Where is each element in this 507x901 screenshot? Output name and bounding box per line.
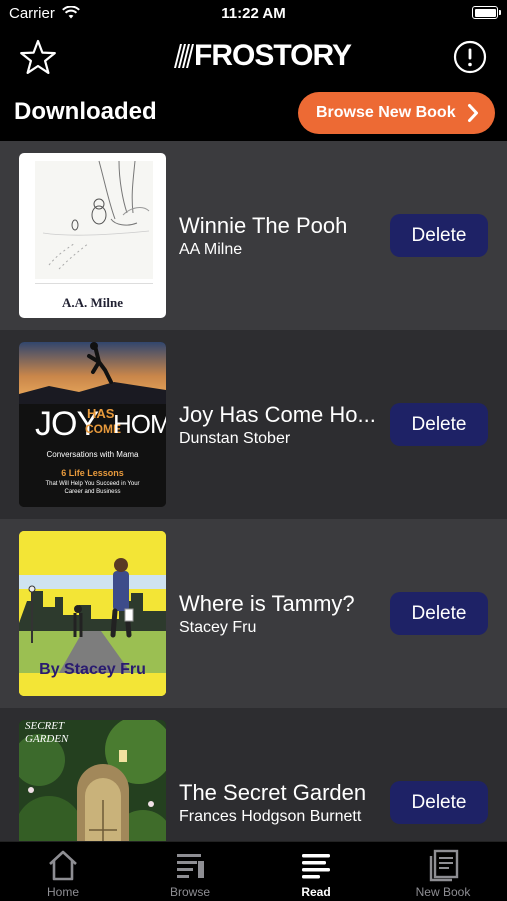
section-header: Downloaded Browse New Book (0, 88, 507, 140)
book-row: JOY HAS COME HOME Conversations with Mam… (0, 330, 507, 519)
book-list[interactable]: A.A. Milne Winnie The Pooh AA Milne Dele… (0, 141, 507, 841)
tab-read-label: Read (301, 885, 331, 899)
book-author: Dunstan Stober (179, 430, 291, 447)
cover-author: A.A. Milne (61, 295, 124, 310)
book-title: Where is Tammy? (179, 591, 355, 616)
cover-tagline-1: That Will Help You Succeed in Your (45, 481, 140, 487)
info-button[interactable] (453, 40, 487, 74)
book-cover-winnie[interactable]: A.A. Milne (19, 153, 166, 318)
book-row: SECRET GARDEN The Secret Garden Frances … (0, 708, 507, 841)
tab-home-label: Home (46, 885, 79, 899)
favorites-button[interactable] (17, 37, 59, 79)
book-cover-joy[interactable]: JOY HAS COME HOME Conversations with Mam… (19, 342, 166, 507)
tab-bar: Home Browse Read New Book (0, 841, 507, 900)
cover-line-secret: SECRET (25, 720, 65, 732)
cover-tagline-2: Career and Business (64, 489, 121, 495)
book-author: Stacey Fru (179, 619, 257, 636)
book-title: The Secret Garden (179, 780, 367, 805)
read-icon (302, 854, 330, 879)
browse-new-book-label: Browse New Book (316, 104, 456, 121)
joy-cover-sky (19, 342, 166, 404)
cover-line-garden: GARDEN (25, 733, 69, 745)
winnie-cover-illustration (35, 160, 153, 284)
delete-button[interactable]: Delete (390, 214, 488, 257)
browse-new-book-button[interactable]: Browse New Book (298, 92, 495, 134)
tab-browse-label: Browse (169, 885, 210, 899)
cover-subtitle: Conversations with Mama (46, 450, 139, 459)
book-author: AA Milne (179, 241, 243, 258)
clock: 11:22 AM (221, 5, 286, 22)
nav-bar: FROSTORY (0, 28, 507, 88)
battery-icon (472, 6, 501, 19)
book-row: By Stacey Fru Where is Tammy? Stacey Fru… (0, 519, 507, 708)
cover-byline: By Stacey Fru (39, 661, 146, 678)
app-logo: FROSTORY (172, 40, 352, 72)
chevron-right-icon (468, 104, 478, 122)
tab-new-book-label: New Book (415, 885, 471, 899)
page-title: Downloaded (14, 98, 157, 125)
status-bar: Carrier 11:22 AM (0, 0, 507, 28)
cover-title-home: HOME (113, 409, 166, 439)
delete-button[interactable]: Delete (390, 592, 488, 635)
star-icon (20, 39, 56, 74)
logo-wordmark: FROSTORY (194, 39, 352, 72)
book-title: Joy Has Come Ho... (179, 402, 376, 427)
book-author: Frances Hodgson Burnett (179, 808, 362, 825)
tab-browse[interactable]: Browse (127, 842, 253, 901)
home-icon (49, 850, 77, 881)
book-row: A.A. Milne Winnie The Pooh AA Milne Dele… (0, 141, 507, 330)
book-title: Winnie The Pooh (179, 213, 348, 238)
cover-lessons: 6 Life Lessons (61, 468, 124, 478)
browse-icon (177, 854, 204, 878)
delete-button[interactable]: Delete (390, 781, 488, 824)
cover-title-has: HAS (87, 406, 115, 421)
tab-home[interactable]: Home (0, 842, 126, 901)
book-cover-tammy[interactable]: By Stacey Fru (19, 531, 166, 696)
info-icon (453, 40, 487, 74)
new-book-icon (429, 849, 459, 882)
delete-button[interactable]: Delete (390, 403, 488, 446)
book-cover-secret-garden[interactable]: SECRET GARDEN (19, 720, 166, 841)
tab-read[interactable]: Read (253, 842, 379, 901)
tab-new-book[interactable]: New Book (380, 842, 506, 901)
